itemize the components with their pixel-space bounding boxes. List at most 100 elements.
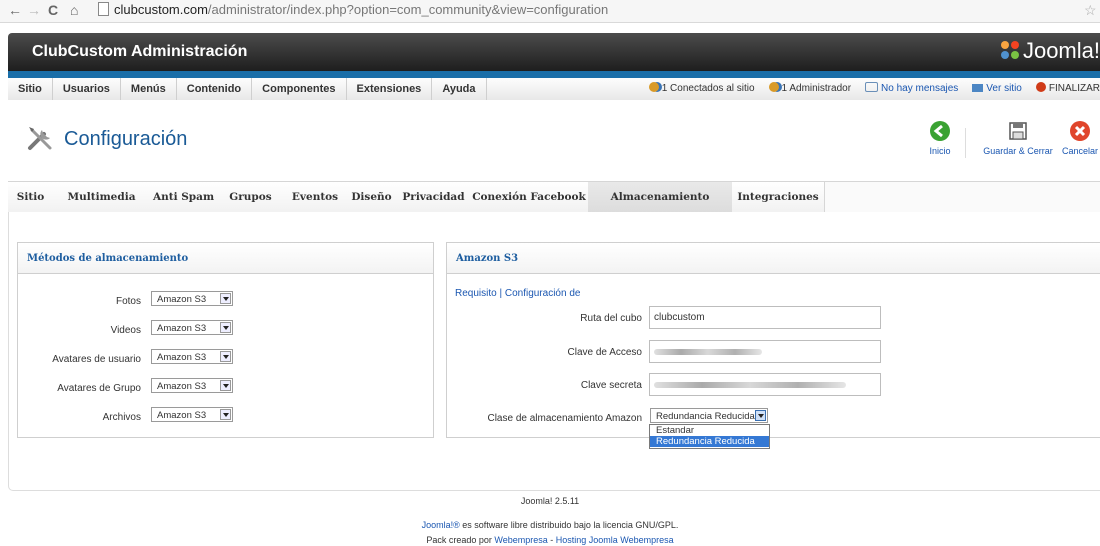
chevron-down-icon: [220, 409, 231, 420]
credit-prefix: Pack creado por: [426, 535, 492, 545]
view-site-link[interactable]: Ver sitio: [972, 78, 1022, 100]
tab-diseno[interactable]: Diseño: [346, 182, 398, 213]
tab-conexion-facebook[interactable]: Conexión Facebook: [470, 182, 589, 213]
monitor-icon: [972, 84, 984, 92]
fotos-select[interactable]: Amazon S3: [151, 291, 233, 306]
tab-eventos[interactable]: Eventos: [284, 182, 347, 213]
config-tabs: Sitio Multimedia Anti Spam Grupos Evento…: [8, 181, 1100, 233]
joomla-logo: Joomla!: [999, 38, 1100, 66]
menu-item-usuarios[interactable]: Usuarios: [53, 78, 121, 100]
chevron-down-icon: [220, 322, 231, 333]
storage-methods-panel: Métodos de almacenamiento Fotos Amazon S…: [17, 242, 434, 438]
tab-integraciones[interactable]: Integraciones: [732, 182, 825, 213]
admin-header: ClubCustom Administración Joomla!: [8, 33, 1100, 71]
bucket-label: Ruta del cubo: [580, 313, 642, 324]
joomla-logo-icon: [999, 39, 1021, 61]
browser-toolbar: ← → C ⌂ clubcustom.com/administrator/ind…: [0, 0, 1100, 23]
tab-sitio[interactable]: Sitio: [8, 182, 54, 213]
status-area: 1 Conectados al sitio 1 Administrador No…: [648, 78, 1100, 100]
access-key-input[interactable]: [649, 340, 881, 363]
joomla-logo-text: Joomla!: [1022, 38, 1100, 63]
secret-key-input[interactable]: [649, 373, 881, 396]
admin-icon: [768, 82, 779, 92]
requirements-links[interactable]: Requisito | Configuración de: [455, 288, 580, 299]
license-text: es software libre distribuido bajo la li…: [462, 520, 679, 530]
panel-header: Amazon S3: [447, 243, 1100, 274]
videos-select[interactable]: Amazon S3: [151, 320, 233, 335]
chevron-down-icon: [220, 380, 231, 391]
option-redundancia-reducida[interactable]: Redundancia Reducida: [650, 436, 769, 447]
footer-license: Joomla!® es software libre distribuido b…: [0, 520, 1100, 530]
panel-header: Métodos de almacenamiento: [18, 243, 433, 274]
home-button[interactable]: Inicio: [923, 120, 957, 156]
save-icon: [1007, 120, 1029, 142]
archivos-select[interactable]: Amazon S3: [151, 407, 233, 422]
storage-class-options: Estandar Redundancia Reducida: [649, 424, 770, 449]
users-icon: [648, 82, 659, 92]
home-icon[interactable]: ⌂: [70, 2, 78, 18]
messages-link[interactable]: No hay mensajes: [865, 78, 958, 100]
tab-grupos[interactable]: Grupos: [217, 182, 285, 213]
avatares-grupo-label: Avatares de Grupo: [57, 383, 141, 394]
secret-key-label: Clave secreta: [580, 380, 642, 391]
menu-item-extensiones[interactable]: Extensiones: [347, 78, 433, 100]
footer-version: Joomla! 2.5.11: [520, 496, 580, 506]
menu-item-componentes[interactable]: Componentes: [252, 78, 347, 100]
avatares-usuario-select[interactable]: Amazon S3: [151, 349, 233, 364]
storage-class-select[interactable]: Redundancia Reducida: [650, 408, 768, 423]
footer-credit: Pack creado por Webempresa - Hosting Joo…: [0, 535, 1100, 545]
redacted-value: [654, 349, 762, 355]
url-path: /administrator/index.php?option=com_comm…: [207, 2, 609, 17]
videos-label: Videos: [110, 325, 141, 336]
logout-link[interactable]: FINALIZAR: [1035, 78, 1100, 100]
admin-status: 1 Administrador: [768, 78, 851, 100]
tab-privacidad[interactable]: Privacidad: [397, 182, 471, 213]
cancel-icon: [1069, 120, 1091, 142]
menu-item-menus[interactable]: Menús: [121, 78, 177, 100]
hosting-link[interactable]: Hosting Joomla Webempresa: [556, 535, 674, 545]
joomla-link[interactable]: Joomla!®: [422, 520, 460, 530]
tab-multimedia[interactable]: Multimedia: [53, 182, 151, 213]
menu-item-ayuda[interactable]: Ayuda: [432, 78, 487, 100]
address-bar[interactable]: clubcustom.com/administrator/index.php?o…: [98, 2, 1088, 19]
tools-icon: [26, 124, 56, 154]
fotos-label: Fotos: [115, 296, 141, 307]
bucket-input[interactable]: clubcustom: [649, 306, 881, 329]
chevron-down-icon: [755, 410, 766, 421]
tab-almacenamiento-remoto[interactable]: Almacenamiento remoto: [588, 182, 733, 233]
home-arrow-icon: [929, 120, 951, 142]
online-status: 1 Conectados al sitio: [648, 78, 755, 100]
menu-item-sitio[interactable]: Sitio: [8, 78, 53, 100]
page-title: Configuración: [64, 128, 188, 150]
power-icon: [1035, 82, 1046, 92]
tab-anti-spam[interactable]: Anti Spam: [150, 182, 218, 213]
bookmark-star-icon[interactable]: ☆: [1084, 2, 1097, 19]
storage-class-label: Clase de almacenamiento Amazon: [487, 413, 642, 424]
menu-item-contenido[interactable]: Contenido: [177, 78, 253, 100]
url-host: clubcustom.com: [114, 2, 208, 17]
amazon-s3-title: Amazon S3: [456, 253, 519, 264]
cancel-button[interactable]: Cancelar: [1060, 120, 1100, 156]
back-icon[interactable]: ←: [8, 2, 22, 18]
avatares-grupo-select[interactable]: Amazon S3: [151, 378, 233, 393]
credit-separator: -: [547, 535, 556, 545]
chevron-down-icon: [220, 293, 231, 304]
storage-methods-title: Métodos de almacenamiento: [27, 253, 189, 264]
save-close-button[interactable]: Guardar & Cerrar: [978, 120, 1058, 156]
message-icon: [865, 82, 879, 92]
main-menu: Sitio Usuarios Menús Contenido Component…: [8, 78, 1100, 101]
webempresa-link[interactable]: Webempresa: [494, 535, 547, 545]
amazon-s3-panel: Amazon S3 Requisito | Configuración de R…: [446, 242, 1100, 438]
header-accent-line: [8, 71, 1100, 78]
avatares-usuario-label: Avatares de usuario: [52, 354, 141, 365]
redacted-value: [654, 382, 846, 388]
option-estandar[interactable]: Estandar: [650, 425, 769, 436]
forward-icon[interactable]: →: [27, 2, 41, 18]
toolbar: Configuración Inicio Guardar & Cerrar Ca…: [8, 100, 1100, 181]
site-title: ClubCustom Administración: [32, 43, 248, 60]
page-icon: [98, 2, 109, 16]
reload-icon[interactable]: C: [48, 2, 58, 18]
archivos-label: Archivos: [102, 412, 141, 423]
access-key-label: Clave de Acceso: [567, 347, 643, 358]
toolbar-separator: [965, 128, 966, 158]
